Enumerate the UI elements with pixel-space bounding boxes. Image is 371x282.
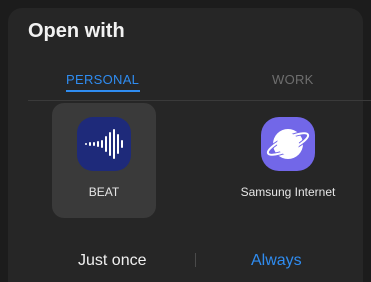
app-label-samsung-internet: Samsung Internet	[240, 185, 336, 199]
app-label-beat: BEAT	[88, 185, 120, 199]
just-once-button[interactable]: Just once	[78, 252, 146, 270]
dialog-title: Open with	[28, 20, 125, 42]
samsung-internet-icon	[261, 117, 315, 171]
app-option-beat[interactable]: BEAT	[52, 103, 156, 218]
always-button[interactable]: Always	[251, 252, 302, 270]
tab-work[interactable]: WORK	[272, 72, 314, 87]
button-separator	[195, 253, 196, 267]
app-option-samsung-internet[interactable]: Samsung Internet	[236, 103, 340, 218]
tab-divider	[28, 100, 371, 101]
tab-personal[interactable]: PERSONAL	[66, 72, 139, 87]
tab-active-indicator	[66, 90, 140, 92]
beat-waveform-icon	[77, 117, 131, 171]
